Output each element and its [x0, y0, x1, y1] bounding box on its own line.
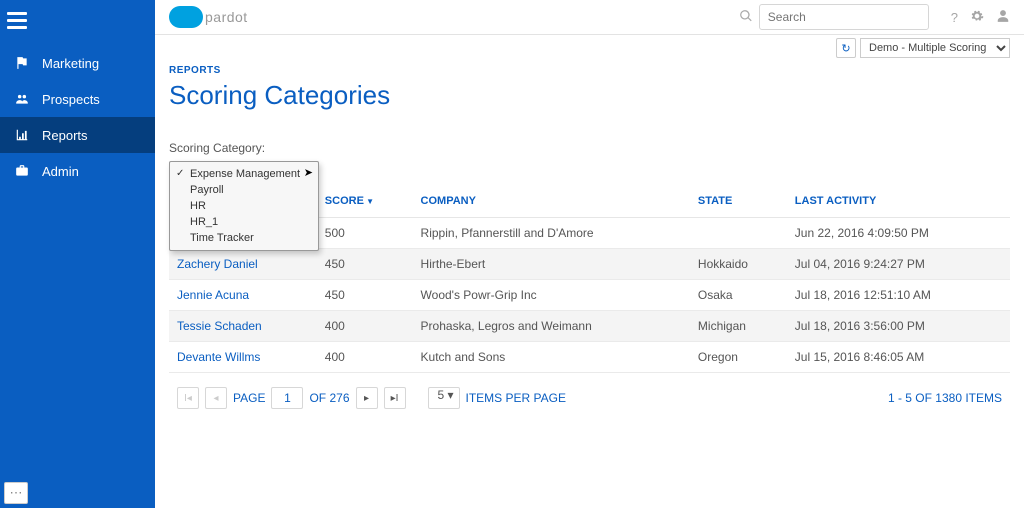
table-row: Zachery Daniel 450Hirthe-EbertHokkaidoJul…: [169, 249, 1010, 280]
prospect-link[interactable]: Devante Willms: [177, 350, 260, 364]
pager-info: 1 - 5 OF 1380 ITEMS: [888, 391, 1002, 405]
pager-next-button[interactable]: ▸: [356, 387, 378, 409]
pager-last-button[interactable]: ▸I: [384, 387, 406, 409]
prospect-link[interactable]: Zachery Daniel: [177, 257, 258, 271]
flag-icon: [14, 55, 30, 71]
refresh-button[interactable]: ↻: [836, 38, 856, 58]
cell-last-activity: Jul 15, 2016 8:46:05 AM: [787, 342, 1010, 373]
sidebar-item-label: Prospects: [42, 92, 100, 107]
cell-name: Devante Willms: [169, 342, 317, 373]
people-icon: [14, 91, 30, 107]
column-header[interactable]: STATE: [690, 185, 787, 218]
table-row: Tessie Schaden 400Prohaska, Legros and We…: [169, 311, 1010, 342]
search-input[interactable]: [759, 4, 929, 30]
briefcase-icon: [14, 163, 30, 179]
cell-state: Michigan: [690, 311, 787, 342]
pager: I◂ ◂ PAGE OF 276 ▸ ▸I 5 ▾ ITEMS PER PAGE…: [169, 373, 1010, 423]
table-row: Jennie Acuna 450Wood's Powr-Grip IncOsaka…: [169, 280, 1010, 311]
cell-company: Kutch and Sons: [413, 342, 690, 373]
cell-last-activity: Jul 18, 2016 3:56:00 PM: [787, 311, 1010, 342]
search-icon: [739, 9, 753, 26]
sidebar: Marketing Prospects Reports Admin: [0, 0, 155, 508]
prospect-link[interactable]: Jennie Acuna: [177, 288, 249, 302]
pager-page-label: PAGE: [233, 391, 265, 405]
top-header: pardot ?: [155, 0, 1024, 35]
cell-company: Rippin, Pfannerstill and D'Amore: [413, 218, 690, 249]
sidebar-item-reports[interactable]: Reports: [0, 117, 155, 153]
sidebar-item-label: Reports: [42, 128, 88, 143]
dropdown-option[interactable]: Time Tracker: [170, 230, 318, 246]
cell-state: Osaka: [690, 280, 787, 311]
scoring-category-dropdown[interactable]: ➤ Expense ManagementPayrollHRHR_1Time Tr…: [169, 161, 319, 251]
main-area: pardot ? ↻ Demo - Multiple Scoring Categ…: [155, 0, 1024, 508]
gear-icon[interactable]: [970, 9, 984, 26]
help-icon[interactable]: ?: [951, 10, 958, 25]
brand-text: pardot: [205, 9, 248, 25]
pager-perpage-select[interactable]: 5 ▾: [428, 387, 460, 409]
prospect-link[interactable]: Tessie Schaden: [177, 319, 262, 333]
cell-last-activity: Jul 18, 2016 12:51:10 AM: [787, 280, 1010, 311]
cell-score: 400: [317, 342, 413, 373]
cell-name: Zachery Daniel: [169, 249, 317, 280]
cell-company: Prohaska, Legros and Weimann: [413, 311, 690, 342]
content-area: Scoring Category: ➤ Expense ManagementPa…: [155, 121, 1024, 508]
filter-label: Scoring Category:: [169, 141, 1010, 155]
cell-company: Hirthe-Ebert: [413, 249, 690, 280]
breadcrumb: REPORTS: [169, 61, 1010, 76]
salesforce-cloud-icon: [169, 6, 203, 28]
table-row: Devante Willms 400Kutch and SonsOregonJul…: [169, 342, 1010, 373]
cell-score: 450: [317, 280, 413, 311]
brand-logo: pardot: [169, 6, 248, 28]
cell-company: Wood's Powr-Grip Inc: [413, 280, 690, 311]
page-title: Scoring Categories: [169, 80, 1010, 111]
dropdown-option[interactable]: Expense Management: [170, 166, 318, 182]
context-bar: ↻ Demo - Multiple Scoring Catego...: [155, 35, 1024, 61]
cell-state: Hokkaido: [690, 249, 787, 280]
dropdown-option[interactable]: HR_1: [170, 214, 318, 230]
column-header[interactable]: SCORE: [317, 185, 413, 218]
header-icons: ?: [951, 9, 1010, 26]
demo-selector[interactable]: Demo - Multiple Scoring Catego...: [860, 38, 1010, 58]
sidebar-item-label: Admin: [42, 164, 79, 179]
user-icon[interactable]: [996, 9, 1010, 26]
pager-first-button[interactable]: I◂: [177, 387, 199, 409]
cell-name: Jennie Acuna: [169, 280, 317, 311]
cell-name: Tessie Schaden: [169, 311, 317, 342]
menu-toggle-button[interactable]: [7, 5, 37, 35]
dropdown-option[interactable]: Payroll: [170, 182, 318, 198]
cell-state: [690, 218, 787, 249]
pager-page-input[interactable]: [271, 387, 303, 409]
cell-last-activity: Jul 04, 2016 9:24:27 PM: [787, 249, 1010, 280]
title-block: REPORTS Scoring Categories: [155, 61, 1024, 121]
dropdown-option[interactable]: HR: [170, 198, 318, 214]
cell-last-activity: Jun 22, 2016 4:09:50 PM: [787, 218, 1010, 249]
column-header[interactable]: LAST ACTIVITY: [787, 185, 1010, 218]
column-header[interactable]: COMPANY: [413, 185, 690, 218]
sidebar-item-label: Marketing: [42, 56, 99, 71]
pager-perpage-label: ITEMS PER PAGE: [466, 391, 566, 405]
cell-score: 500: [317, 218, 413, 249]
cell-state: Oregon: [690, 342, 787, 373]
search-wrap: [739, 4, 929, 30]
chat-widget-button[interactable]: ⋯: [4, 482, 28, 504]
sidebar-item-admin[interactable]: Admin: [0, 153, 155, 189]
pager-of-label: OF 276: [309, 391, 349, 405]
pager-prev-button[interactable]: ◂: [205, 387, 227, 409]
cell-score: 450: [317, 249, 413, 280]
cell-score: 400: [317, 311, 413, 342]
sidebar-item-marketing[interactable]: Marketing: [0, 45, 155, 81]
chart-icon: [14, 127, 30, 143]
sidebar-item-prospects[interactable]: Prospects: [0, 81, 155, 117]
